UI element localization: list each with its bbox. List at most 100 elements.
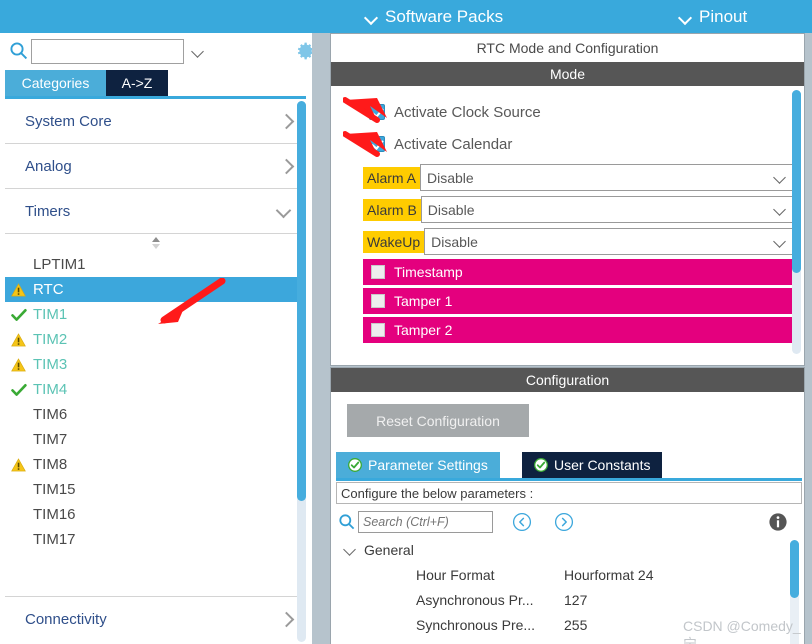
configuration-section-header: Configuration (331, 368, 804, 392)
check-circle-icon (348, 458, 362, 472)
warning-icon (11, 357, 31, 372)
list-item-label: TIM17 (33, 531, 76, 548)
parameter-key: Hour Format (416, 566, 495, 583)
search-combo[interactable] (31, 39, 191, 64)
check-circle-icon (534, 458, 548, 472)
sidebar-item-analog[interactable]: Analog (5, 144, 306, 189)
sidebar-item-timers[interactable]: Timers (5, 189, 306, 234)
tab-categories[interactable]: Categories (5, 70, 106, 96)
chevron-down-icon (191, 47, 205, 56)
select-label-wakeup: WakeUp (363, 230, 425, 253)
checkbox-timestamp[interactable]: Timestamp (363, 259, 794, 285)
checkbox-activate-calendar[interactable]: Activate Calendar (331, 128, 804, 160)
reset-configuration-button[interactable]: Reset Configuration (347, 404, 529, 437)
search-icon (10, 42, 28, 60)
parameter-group-label: General (364, 542, 414, 558)
select-wakeup[interactable]: Disable (424, 228, 794, 255)
mode-card: RTC Mode and Configuration Mode Activate… (330, 33, 805, 366)
parameter-row-asynchronous-prescaler[interactable]: Asynchronous Pr... 127 (336, 587, 802, 612)
list-item-tim1[interactable]: TIM1 (5, 302, 306, 327)
search-icon (339, 514, 355, 530)
left-scrollbar-thumb[interactable] (297, 101, 306, 501)
checkbox-unchecked-icon (371, 265, 385, 279)
select-row-alarm-a: Alarm A Disable (363, 163, 794, 192)
parameter-key: Synchronous Pre... (416, 616, 536, 633)
list-item-lptim1[interactable]: LPTIM1 (5, 252, 306, 277)
info-icon[interactable] (768, 512, 788, 532)
checkbox-checked-icon (369, 136, 385, 152)
category-tabs: Categories A->Z (0, 70, 312, 96)
list-item-label: LPTIM1 (33, 256, 86, 273)
next-icon[interactable] (553, 511, 575, 533)
checkbox-tamper-2[interactable]: Tamper 2 (363, 317, 794, 343)
list-item-label: TIM4 (33, 381, 68, 398)
check-icon (11, 308, 31, 322)
menu-pinout-label: Pinout (699, 6, 748, 26)
tab-categories-label: Categories (21, 75, 90, 91)
top-menu-bar: Software Packs Pinout (0, 0, 812, 33)
select-row-alarm-b: Alarm B Disable (363, 195, 794, 224)
tab-a-to-z[interactable]: A->Z (106, 70, 168, 96)
parameter-scrollbar-thumb[interactable] (790, 540, 799, 598)
previous-icon[interactable] (511, 511, 533, 533)
checkbox-tamper-1[interactable]: Tamper 1 (363, 288, 794, 314)
list-item-label: TIM1 (33, 306, 68, 323)
select-alarm-a[interactable]: Disable (420, 164, 794, 191)
checkbox-label: Activate Calendar (394, 135, 513, 153)
page-title: RTC Mode and Configuration (331, 34, 804, 62)
parameter-group-general[interactable]: General (336, 538, 802, 562)
list-item-tim3[interactable]: TIM3 (5, 352, 306, 377)
chevron-right-icon (278, 612, 292, 626)
sidebar-item-connectivity[interactable]: Connectivity (5, 596, 306, 641)
list-item-tim15[interactable]: TIM15 (5, 477, 306, 502)
parameter-row-hour-format[interactable]: Hour Format Hourformat 24 (336, 562, 802, 587)
list-item-tim16[interactable]: TIM16 (5, 502, 306, 527)
list-item-label: RTC (33, 281, 64, 298)
search-input[interactable] (36, 44, 191, 59)
parameter-search-input[interactable] (363, 515, 488, 529)
chevron-down-icon (773, 237, 787, 246)
mode-scrollbar-thumb[interactable] (792, 90, 801, 273)
chevron-down-icon (344, 545, 357, 555)
configuration-tabs: Parameter Settings User Constants (336, 452, 802, 478)
tab-parameter-settings[interactable]: Parameter Settings (336, 452, 500, 478)
list-item-tim2[interactable]: TIM2 (5, 327, 306, 352)
tab-label: User Constants (554, 457, 651, 473)
list-item-tim4[interactable]: TIM4 (5, 377, 306, 402)
parameter-value: 127 (564, 591, 588, 608)
menu-pinout[interactable]: Pinout (679, 0, 747, 33)
sidebar-item-label: Timers (25, 202, 71, 220)
warning-icon (11, 332, 31, 347)
list-item-tim7[interactable]: TIM7 (5, 427, 306, 452)
list-item-rtc[interactable]: RTC (5, 277, 306, 302)
list-item-label: TIM15 (33, 481, 76, 498)
search-row (0, 33, 314, 69)
parameter-search-box[interactable] (358, 511, 493, 533)
configuration-card: Configuration Reset Configuration Parame… (330, 367, 805, 644)
chevron-right-icon (278, 159, 292, 173)
tab-user-constants[interactable]: User Constants (522, 452, 663, 478)
tab-a-to-z-label: A->Z (121, 75, 153, 91)
list-item-label: TIM7 (33, 431, 68, 448)
checkbox-checked-icon (369, 104, 385, 120)
sidebar-item-system-core[interactable]: System Core (5, 99, 306, 144)
list-item-tim17[interactable]: TIM17 (5, 527, 306, 552)
sort-order-toggle[interactable] (5, 234, 306, 252)
checkbox-activate-clock-source[interactable]: Activate Clock Source (331, 96, 804, 128)
mode-section-header: Mode (331, 62, 804, 86)
sort-arrows-icon (151, 237, 160, 249)
list-item-tim6[interactable]: TIM6 (5, 402, 306, 427)
parameters-note: Configure the below parameters : (336, 482, 802, 504)
chevron-down-icon (773, 205, 787, 214)
parameter-row-synchronous-prescaler[interactable]: Synchronous Pre... 255 (336, 612, 802, 637)
select-label-alarm-a: Alarm A (363, 166, 421, 189)
list-item-label: TIM8 (33, 456, 68, 473)
sidebar-item-label: System Core (25, 112, 112, 130)
list-item-tim8[interactable]: TIM8 (5, 452, 306, 477)
list-item-label: TIM2 (33, 331, 68, 348)
parameter-value: 255 (564, 616, 588, 633)
select-alarm-b[interactable]: Disable (420, 196, 794, 223)
chevron-down-icon (679, 13, 692, 21)
menu-software-packs[interactable]: Software Packs (365, 0, 503, 33)
configuration-panel: RTC Mode and Configuration Mode Activate… (330, 33, 812, 644)
